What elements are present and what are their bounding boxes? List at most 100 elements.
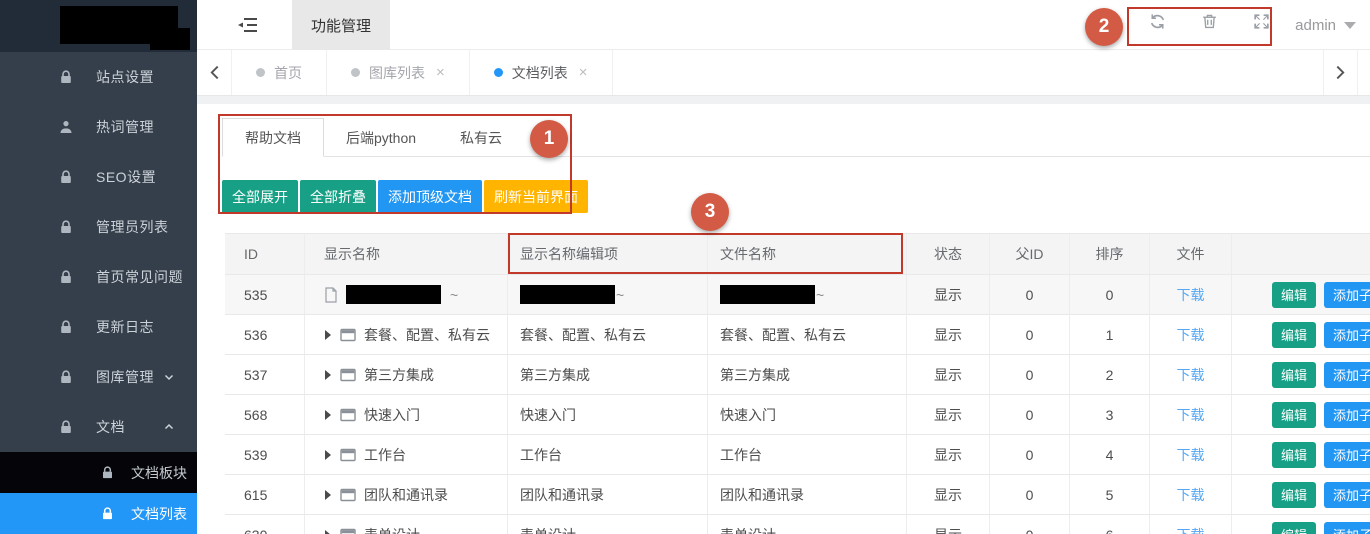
add-child-button[interactable]: 添加子文 bbox=[1324, 362, 1370, 388]
tab-scroll-left-button[interactable] bbox=[197, 50, 232, 95]
trash-icon[interactable] bbox=[1200, 12, 1219, 31]
page-tab-label: 首页 bbox=[274, 63, 302, 83]
user-dropdown[interactable]: admin bbox=[1295, 0, 1356, 50]
cell-sort: 6 bbox=[1070, 515, 1150, 534]
action-button[interactable]: 添加顶级文档 bbox=[378, 180, 482, 213]
edit-button[interactable]: 编辑 bbox=[1272, 522, 1316, 534]
cell-sort: 3 bbox=[1070, 395, 1150, 434]
chevron-up-icon bbox=[163, 421, 175, 433]
table-row: 615团队和通讯录团队和通讯录团队和通讯录显示05下载编辑添加子文 bbox=[225, 475, 1370, 515]
download-link[interactable]: 下载 bbox=[1177, 325, 1205, 345]
tab-scroll-right-button[interactable] bbox=[1323, 50, 1358, 95]
caret-right-icon[interactable] bbox=[324, 330, 332, 340]
action-button[interactable]: 全部折叠 bbox=[300, 180, 376, 213]
action-button[interactable]: 刷新当前界面 bbox=[484, 180, 588, 213]
sidebar-item-label: 图库管理 bbox=[96, 367, 154, 387]
folder-icon bbox=[340, 488, 356, 502]
sidebar-subitem[interactable]: 文档板块 bbox=[0, 452, 197, 493]
add-child-button[interactable]: 添加子文 bbox=[1324, 282, 1370, 308]
action-button[interactable]: 全部展开 bbox=[222, 180, 298, 213]
close-icon[interactable]: × bbox=[436, 64, 445, 81]
sidebar-toggle-icon[interactable] bbox=[237, 15, 258, 35]
cell-file-name: 工作台 bbox=[708, 435, 907, 474]
edit-button[interactable]: 编辑 bbox=[1272, 482, 1316, 508]
cell-id: 536 bbox=[225, 315, 305, 354]
cell-sort: 2 bbox=[1070, 355, 1150, 394]
cell-id: 568 bbox=[225, 395, 305, 434]
sidebar-submenu: 文档板块文档列表 bbox=[0, 452, 197, 534]
tab-status-dot-icon bbox=[494, 68, 503, 77]
display-name-text: 表单设计 bbox=[364, 525, 420, 534]
table-row: 535~~~显示00下载编辑添加子文 bbox=[225, 275, 1370, 315]
page-tab[interactable]: 文档列表× bbox=[470, 50, 613, 95]
edit-button[interactable]: 编辑 bbox=[1272, 282, 1316, 308]
doc-tab[interactable]: 后端python bbox=[324, 118, 438, 157]
add-child-button[interactable]: 添加子文 bbox=[1324, 402, 1370, 428]
table-row: 537第三方集成第三方集成第三方集成显示02下载编辑添加子文 bbox=[225, 355, 1370, 395]
sidebar-item[interactable]: 站点设置 bbox=[0, 52, 197, 102]
edit-button[interactable]: 编辑 bbox=[1272, 442, 1316, 468]
fullscreen-icon[interactable] bbox=[1252, 12, 1271, 31]
page-tab[interactable]: 图库列表× bbox=[327, 50, 470, 95]
doc-tab[interactable]: 私有云 bbox=[438, 118, 524, 157]
cell-file: 下载 bbox=[1150, 515, 1232, 534]
add-child-button[interactable]: 添加子文 bbox=[1324, 322, 1370, 348]
cell-file: 下载 bbox=[1150, 315, 1232, 354]
sidebar-item[interactable]: 首页常见问题 bbox=[0, 252, 197, 302]
sidebar: 站点设置热词管理 SEO设置管理员列表首页常见问题更新日志图库管理文档文档板块文档… bbox=[0, 0, 197, 534]
sidebar-subitem[interactable]: 文档列表 bbox=[0, 493, 197, 534]
add-child-button[interactable]: 添加子文 bbox=[1324, 522, 1370, 534]
sidebar-item[interactable]: 热词管理 bbox=[0, 102, 197, 152]
download-link[interactable]: 下载 bbox=[1177, 445, 1205, 465]
page-tab[interactable]: 首页 bbox=[232, 50, 327, 95]
sidebar-item[interactable]: 管理员列表 bbox=[0, 202, 197, 252]
sidebar-item-label: 热词管理 bbox=[96, 117, 154, 137]
cell-actions: 编辑添加子文 bbox=[1232, 395, 1370, 434]
add-child-button[interactable]: 添加子文 bbox=[1324, 442, 1370, 468]
edit-button[interactable]: 编辑 bbox=[1272, 362, 1316, 388]
cell-file-name: 团队和通讯录 bbox=[708, 475, 907, 514]
caret-right-icon[interactable] bbox=[324, 530, 332, 534]
download-link[interactable]: 下载 bbox=[1177, 285, 1205, 305]
sidebar-item[interactable]: 文档 bbox=[0, 402, 197, 452]
sidebar-item[interactable]: 图库管理 bbox=[0, 352, 197, 402]
cell-status: 显示 bbox=[907, 275, 990, 314]
cell-display-name-edit: 工作台 bbox=[508, 435, 708, 474]
cell-parent-id: 0 bbox=[990, 315, 1070, 354]
cell-display-name-edit: ~ bbox=[508, 275, 708, 314]
edit-button[interactable]: 编辑 bbox=[1272, 322, 1316, 348]
caret-right-icon[interactable] bbox=[324, 450, 332, 460]
table-row: 630表单设计表单设计表单设计显示06下载编辑添加子文 bbox=[225, 515, 1370, 534]
folder-icon bbox=[340, 368, 356, 382]
sidebar-item[interactable]: 更新日志 bbox=[0, 302, 197, 352]
refresh-icon[interactable] bbox=[1148, 12, 1167, 31]
user-name: admin bbox=[1295, 17, 1336, 34]
cell-sort: 1 bbox=[1070, 315, 1150, 354]
cell-actions: 编辑添加子文 bbox=[1232, 475, 1370, 514]
documents-table: ID显示名称显示名称编辑项文件名称状态父ID排序文件535~~~显示00下载编辑… bbox=[225, 233, 1370, 534]
download-link[interactable]: 下载 bbox=[1177, 525, 1205, 534]
header-toolbar bbox=[1148, 12, 1271, 31]
download-link[interactable]: 下载 bbox=[1177, 485, 1205, 505]
cell-file-name: 套餐、配置、私有云 bbox=[708, 315, 907, 354]
download-link[interactable]: 下载 bbox=[1177, 405, 1205, 425]
download-link[interactable]: 下载 bbox=[1177, 365, 1205, 385]
redaction-tail: ~ bbox=[816, 287, 824, 303]
close-icon[interactable]: × bbox=[579, 64, 588, 81]
edit-button[interactable]: 编辑 bbox=[1272, 402, 1316, 428]
tab-function-management[interactable]: 功能管理 bbox=[292, 0, 390, 50]
add-child-button[interactable]: 添加子文 bbox=[1324, 482, 1370, 508]
doc-tab[interactable]: 帮助文档 bbox=[222, 118, 324, 157]
folder-icon bbox=[340, 448, 356, 462]
cell-actions: 编辑添加子文 bbox=[1232, 275, 1370, 314]
logo-bar bbox=[0, 0, 197, 52]
caret-right-icon[interactable] bbox=[324, 490, 332, 500]
table-toolbar: 全部展开全部折叠添加顶级文档刷新当前界面 bbox=[222, 180, 588, 213]
sidebar-item[interactable]: SEO设置 bbox=[0, 152, 197, 202]
caret-right-icon[interactable] bbox=[324, 370, 332, 380]
lock-icon bbox=[58, 319, 74, 335]
column-header: 显示名称 bbox=[305, 234, 508, 274]
cell-status: 显示 bbox=[907, 475, 990, 514]
column-header: 排序 bbox=[1070, 234, 1150, 274]
caret-right-icon[interactable] bbox=[324, 410, 332, 420]
